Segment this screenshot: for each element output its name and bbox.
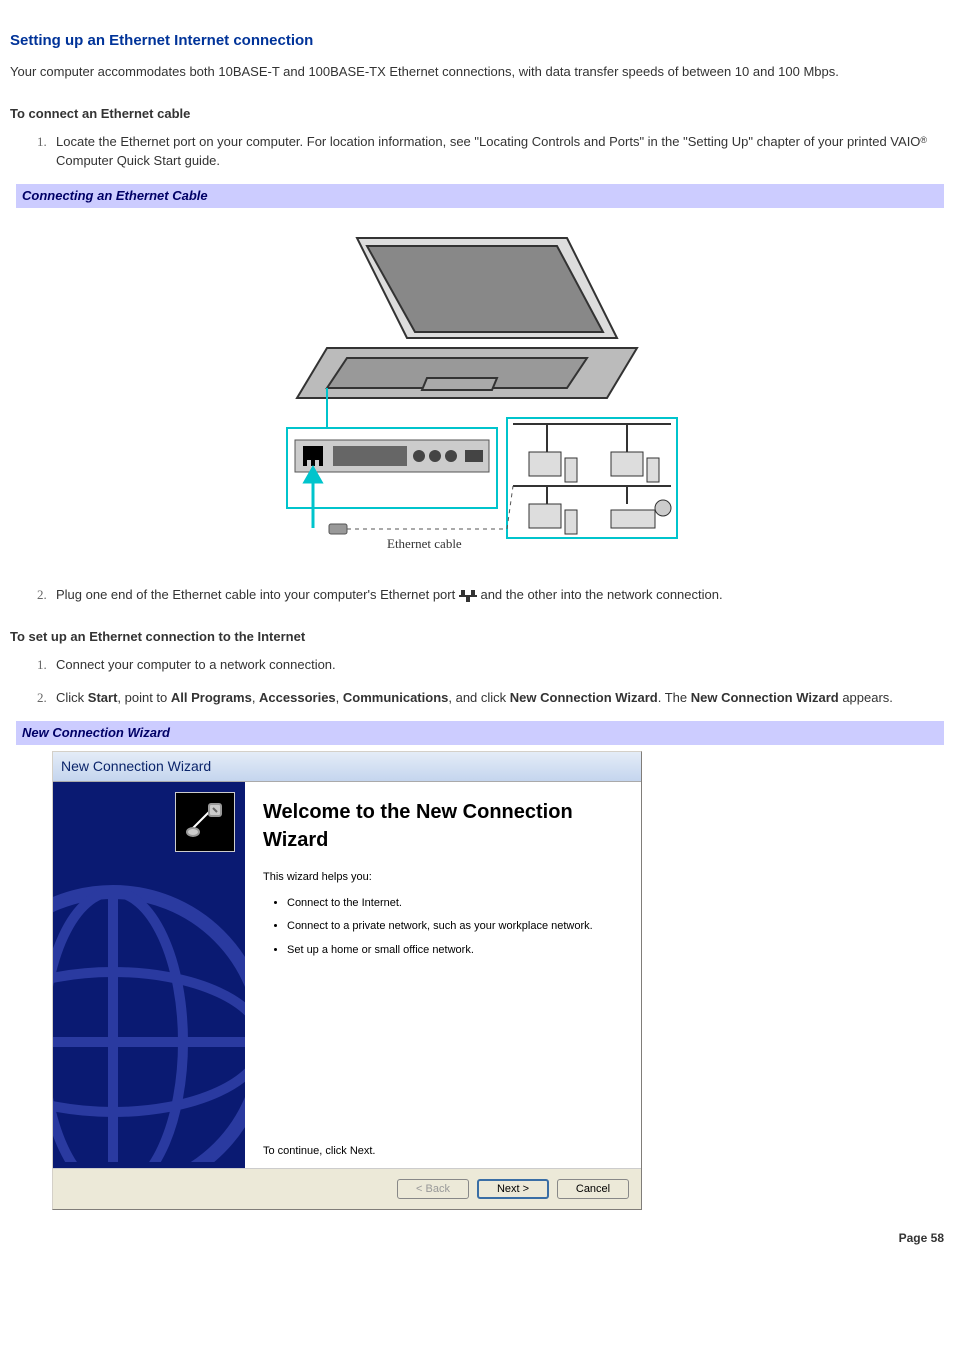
wizard-bullet-3: Set up a home or small office network. (287, 943, 623, 958)
ethernet-diagram: Ethernet cable (10, 208, 944, 578)
next-button[interactable]: Next > (477, 1179, 549, 1199)
intro-text: Your computer accommodates both 10BASE-T… (10, 63, 944, 81)
step1-post: Computer Quick Start guide. (56, 153, 220, 168)
back-button: < Back (397, 1179, 469, 1199)
wizard-continue-text: To continue, click Next. (263, 1124, 623, 1159)
setup-step-2: Click Start, point to All Programs, Acce… (50, 689, 944, 707)
diagram-caption-text: Ethernet cable (387, 536, 462, 548)
wizard-banner: New Connection Wizard (10, 721, 944, 745)
connect-step-1: Locate the Ethernet port on your compute… (50, 133, 944, 169)
ethernet-diagram-svg: Ethernet cable (267, 228, 687, 548)
wizard-bullet-2: Connect to a private network, such as yo… (287, 919, 623, 934)
wizard-dialog: New Connection Wizard (52, 751, 642, 1210)
step2-post: and the other into the network connectio… (480, 587, 722, 602)
page-title: Setting up an Ethernet Internet connecti… (10, 30, 944, 51)
connect-step-2: Plug one end of the Ethernet cable into … (50, 586, 944, 604)
wizard-helps-you: This wizard helps you: (263, 870, 623, 885)
step2-pre: Plug one end of the Ethernet cable into … (56, 587, 459, 602)
wizard-bullet-1: Connect to the Internet. (287, 896, 623, 911)
cancel-button[interactable]: Cancel (557, 1179, 629, 1199)
ethernet-port-icon (459, 587, 477, 602)
step1-pre: Locate the Ethernet port on your compute… (56, 134, 920, 149)
connection-icon (175, 792, 235, 852)
ethernet-cable-banner: Connecting an Ethernet Cable (10, 184, 944, 208)
registered-mark: ® (920, 135, 927, 145)
setup-internet-heading: To set up an Ethernet connection to the … (10, 628, 944, 646)
page-number: Page 58 (10, 1230, 944, 1247)
setup-step-1: Connect your computer to a network conne… (50, 656, 944, 674)
wizard-title-bar: New Connection Wizard (53, 752, 641, 783)
wizard-sidebar (53, 782, 245, 1167)
wizard-heading: Welcome to the New Connection Wizard (263, 798, 623, 854)
connect-cable-heading: To connect an Ethernet cable (10, 105, 944, 123)
